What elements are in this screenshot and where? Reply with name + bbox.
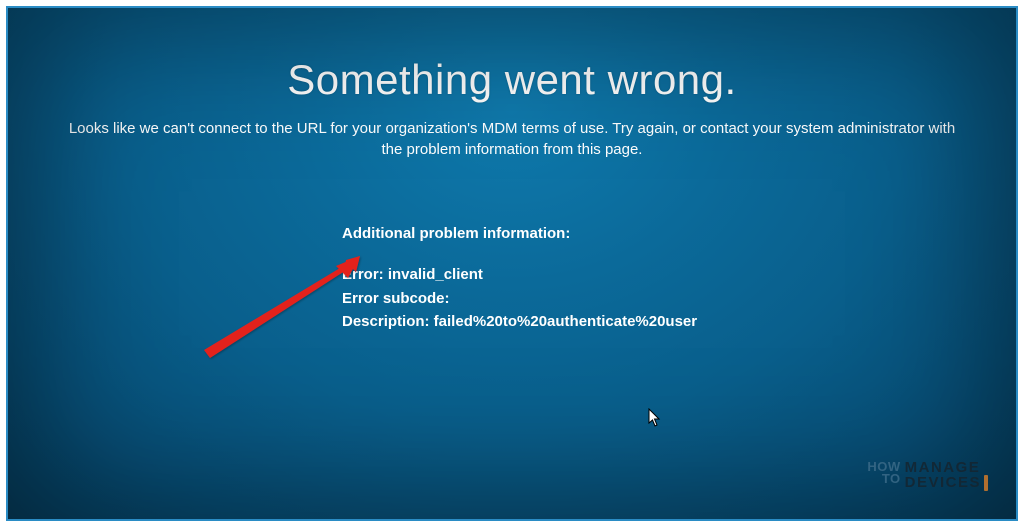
- watermark-manage: MANAGE: [905, 461, 988, 475]
- mouse-cursor-icon: [648, 408, 662, 428]
- error-content: Something went wrong. Looks like we can'…: [8, 8, 1016, 333]
- watermark-devices-row: DEVICES: [905, 475, 988, 491]
- error-subcode-line: Error subcode:: [342, 287, 1016, 310]
- watermark-exclaim-icon: [984, 475, 988, 491]
- details-header: Additional problem information:: [342, 222, 1016, 245]
- watermark-right: MANAGE DEVICES: [905, 461, 988, 491]
- watermark-devices: DEVICES: [905, 476, 981, 490]
- error-details: Additional problem information: Error: i…: [342, 222, 1016, 333]
- error-subtitle: Looks like we can't connect to the URL f…: [37, 118, 987, 160]
- error-screen-frame: Something went wrong. Looks like we can'…: [6, 6, 1018, 521]
- error-description-line: Description: failed%20to%20authenticate%…: [342, 310, 1016, 333]
- watermark-left: HOW TO: [867, 461, 900, 486]
- error-line: Error: invalid_client: [342, 263, 1016, 286]
- watermark-logo: HOW TO MANAGE DEVICES: [867, 461, 988, 491]
- error-title: Something went wrong.: [8, 56, 1016, 104]
- watermark-to: TO: [882, 473, 901, 485]
